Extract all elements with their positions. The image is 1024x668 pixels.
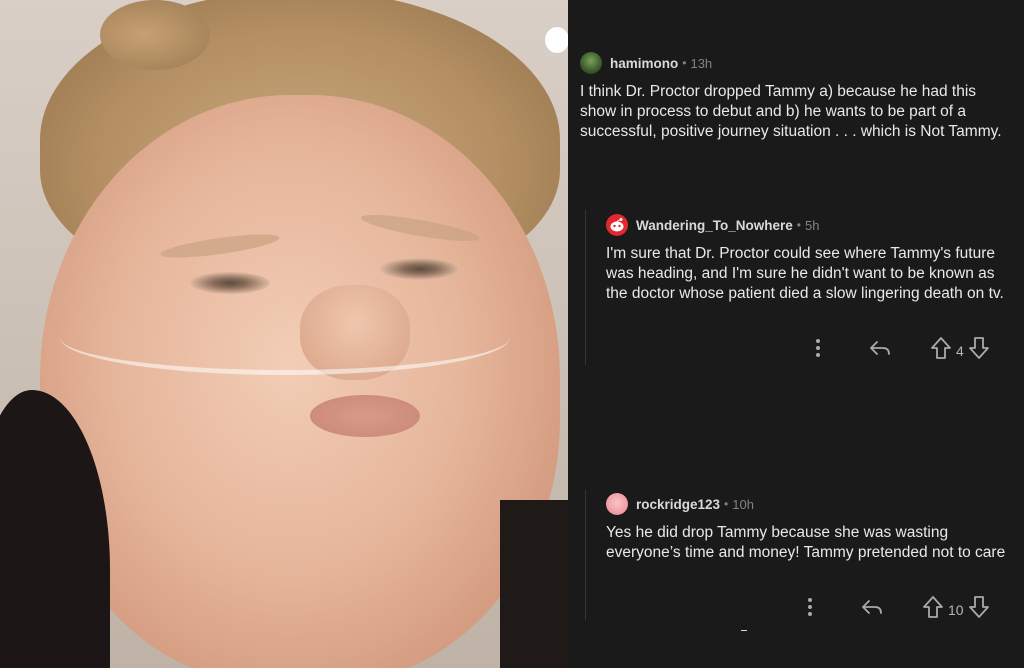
comment-body: I'm sure that Dr. Proctor could see wher… [606, 245, 1004, 302]
comment-meta: Wandering_To_Nowhere • 5h [606, 214, 1006, 236]
comment-time: 13h [690, 55, 713, 71]
comment-author[interactable]: hamimono [610, 56, 678, 71]
comment-actions: 4 [808, 336, 990, 365]
more-options-icon[interactable] [800, 597, 820, 622]
photo-face [40, 95, 560, 668]
vote-count: 4 [956, 342, 964, 359]
reply-icon[interactable] [860, 597, 884, 622]
photo [0, 0, 568, 668]
upvote-icon[interactable] [922, 595, 944, 624]
avatar[interactable] [606, 214, 628, 236]
white-dot [545, 27, 568, 53]
meta-separator: • [724, 497, 729, 511]
comment-reply: Wandering_To_Nowhere • 5h I'm sure that … [606, 214, 1006, 304]
photo-eye-right [380, 258, 460, 280]
comment: hamimono • 13h I think Dr. Proctor dropp… [580, 52, 1010, 142]
comments-panel: hamimono • 13h I think Dr. Proctor dropp… [568, 0, 1024, 668]
comment-actions: 10 [800, 595, 990, 624]
avatar[interactable] [606, 493, 628, 515]
upvote-icon[interactable] [930, 336, 952, 365]
vote-count: 10 [948, 601, 964, 618]
photo-shirt-right [500, 500, 568, 668]
thread-line[interactable] [585, 490, 586, 620]
divider-mark [741, 630, 747, 631]
avatar[interactable] [580, 52, 602, 74]
comment-body: I think Dr. Proctor dropped Tammy a) bec… [580, 83, 1002, 140]
meta-separator: • [682, 56, 687, 70]
comment-author[interactable]: Wandering_To_Nowhere [636, 218, 793, 233]
comment-meta: hamimono • 13h [580, 52, 1010, 74]
reply-icon[interactable] [868, 338, 892, 363]
downvote-icon[interactable] [968, 595, 990, 624]
photo-oxygen-tube [60, 300, 510, 375]
comment-meta: rockridge123 • 10h [606, 493, 1006, 515]
comment-time: 5h [804, 217, 820, 233]
downvote-icon[interactable] [968, 336, 990, 365]
photo-lips [310, 395, 420, 437]
photo-eye-left [190, 272, 270, 294]
more-options-icon[interactable] [808, 338, 828, 363]
comment-reply: rockridge123 • 10h Yes he did drop Tammy… [606, 493, 1006, 563]
photo-hair-bun [100, 0, 210, 70]
comment-time: 10h [732, 496, 754, 512]
meta-separator: • [796, 218, 801, 232]
comment-author[interactable]: rockridge123 [636, 497, 720, 512]
comment-body: Yes he did drop Tammy because she was wa… [606, 524, 1006, 561]
thread-line[interactable] [585, 210, 586, 365]
